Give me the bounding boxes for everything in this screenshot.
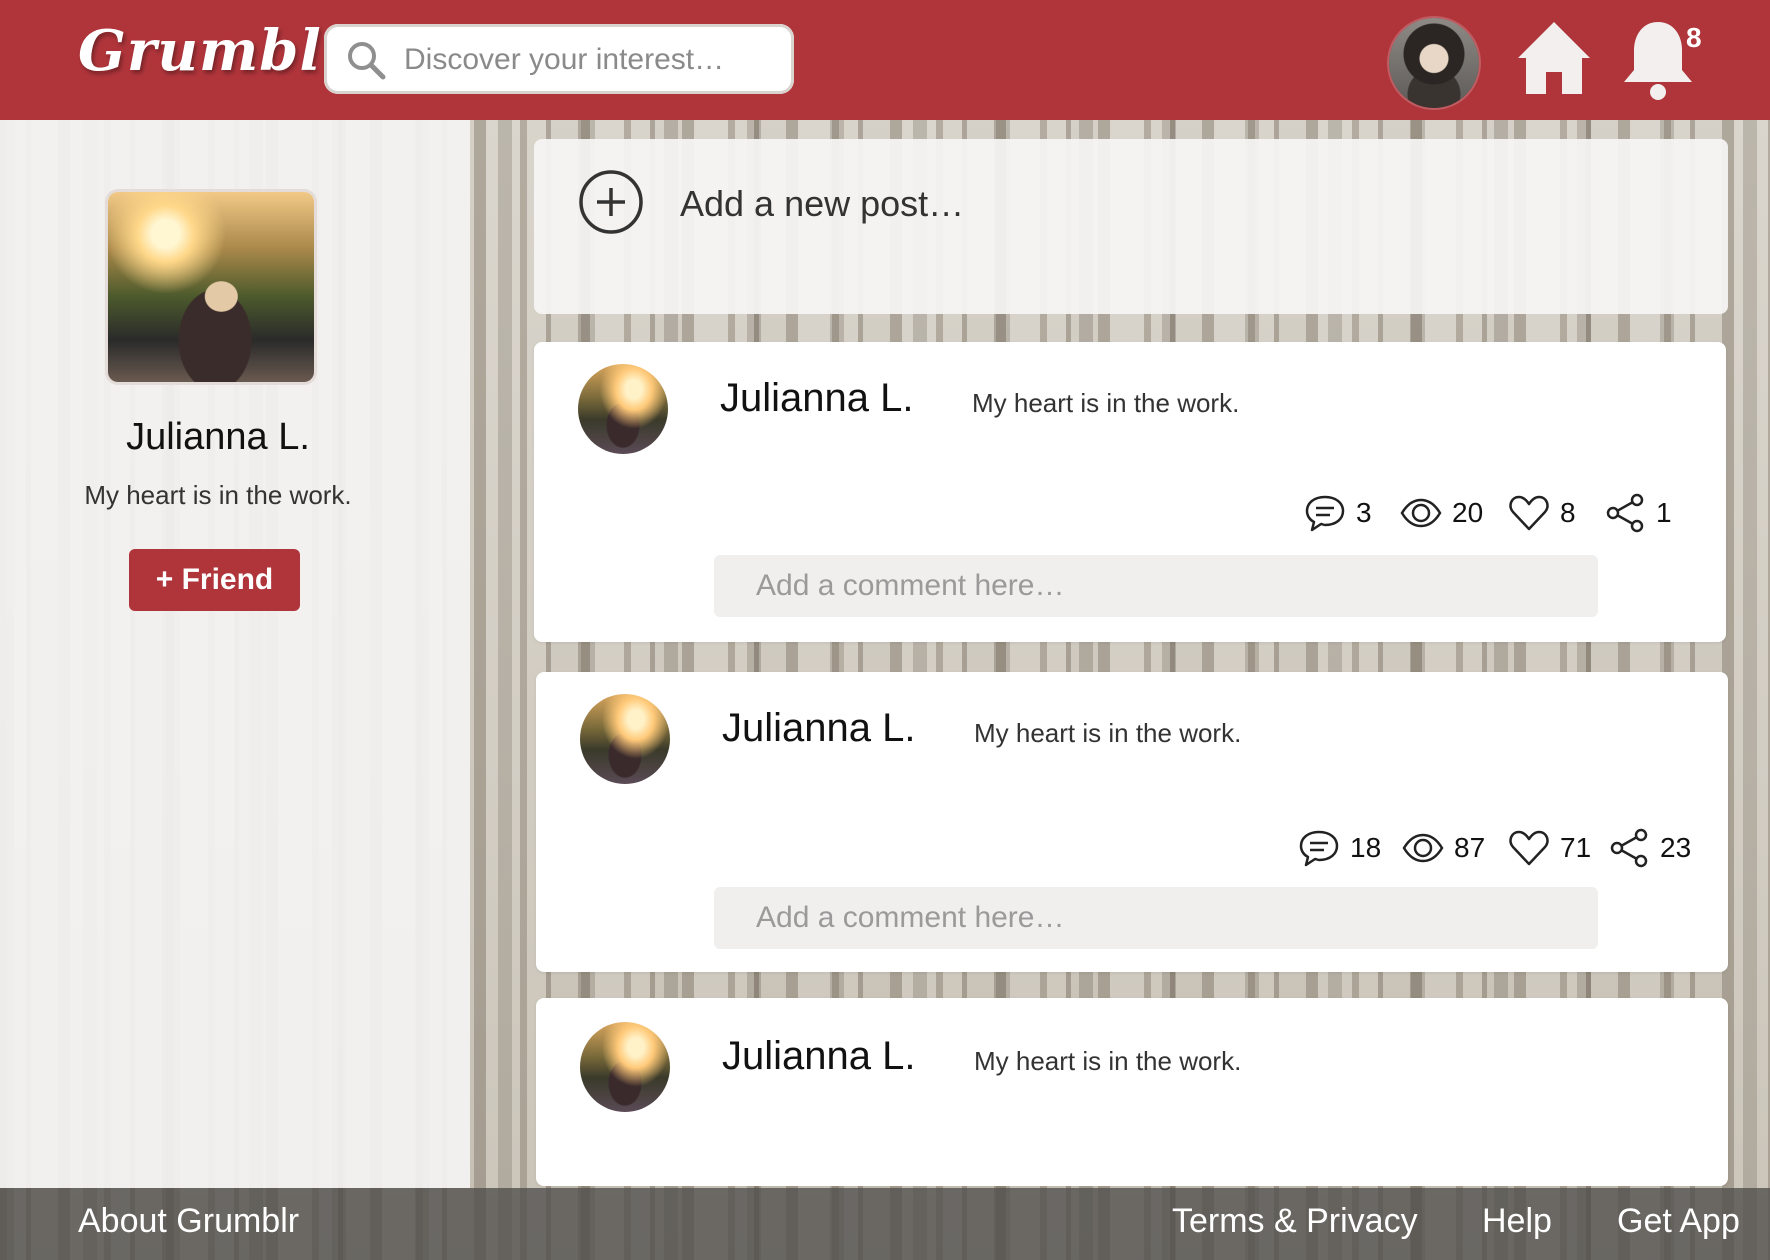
search-input[interactable]	[402, 34, 776, 86]
add-friend-button[interactable]: + Friend	[129, 549, 300, 611]
footer-link-help[interactable]: Help	[1482, 1202, 1552, 1241]
notification-count: 8	[1686, 22, 1702, 53]
post-text: My heart is in the work.	[974, 718, 1242, 748]
comment-icon	[1299, 830, 1339, 867]
post-author-name[interactable]: Julianna L.	[722, 1034, 915, 1079]
heart-icon	[1509, 495, 1549, 531]
comment-count: 3	[1356, 497, 1372, 528]
share-count: 1	[1656, 497, 1672, 528]
footer: About Grumblr Terms & Privacy Help Get A…	[0, 1188, 1770, 1260]
post-text: My heart is in the work.	[974, 1046, 1242, 1076]
share-button[interactable]: 1	[1604, 492, 1672, 534]
post-author-avatar[interactable]	[578, 364, 668, 454]
like-button[interactable]: 71	[1508, 827, 1591, 869]
share-icon	[1606, 493, 1644, 533]
footer-link-get-app[interactable]: Get App	[1617, 1202, 1740, 1241]
eye-icon	[1402, 833, 1444, 863]
comment-input[interactable]	[714, 555, 1598, 617]
view-count: 87	[1454, 832, 1486, 863]
eye-icon	[1400, 498, 1442, 528]
footer-link-about[interactable]: About Grumblr	[78, 1202, 299, 1241]
view-count: 20	[1452, 497, 1484, 528]
comment-count-button[interactable]: 3	[1304, 492, 1372, 534]
view-count-button[interactable]: 20	[1400, 492, 1483, 534]
heart-icon	[1509, 830, 1549, 866]
post-card: Julianna L. My heart is in the work.	[536, 998, 1728, 1186]
comment-icon	[1305, 495, 1345, 532]
user-avatar[interactable]	[1389, 18, 1479, 108]
search-icon	[348, 42, 386, 80]
view-count-button[interactable]: 87	[1402, 827, 1485, 869]
plus-circle-icon	[579, 170, 643, 234]
post-text: My heart is in the work.	[972, 388, 1240, 418]
like-button[interactable]: 8	[1508, 492, 1576, 534]
share-icon	[1610, 828, 1648, 868]
comment-input[interactable]	[714, 887, 1598, 949]
like-count: 8	[1560, 497, 1576, 528]
new-post-box[interactable]: Add a new post…	[534, 139, 1728, 314]
search-box[interactable]	[324, 24, 794, 94]
profile-sidebar: Julianna L. My heart is in the work. + F…	[0, 120, 470, 1188]
profile-tagline: My heart is in the work.	[84, 480, 352, 510]
top-bar: Grumblr 8	[0, 0, 1770, 120]
post-author-name[interactable]: Julianna L.	[722, 706, 915, 751]
post-author-avatar[interactable]	[580, 1022, 670, 1112]
share-count: 23	[1660, 832, 1692, 863]
logo[interactable]: Grumblr	[78, 18, 352, 84]
comment-count: 18	[1350, 832, 1382, 863]
footer-link-terms[interactable]: Terms & Privacy	[1172, 1202, 1418, 1241]
new-post-label: Add a new post…	[680, 183, 965, 224]
share-button[interactable]: 23	[1608, 827, 1691, 869]
profile-photo[interactable]	[108, 192, 314, 382]
like-count: 71	[1560, 832, 1592, 863]
home-icon[interactable]	[1512, 16, 1596, 100]
post-author-name[interactable]: Julianna L.	[720, 376, 913, 421]
profile-name: Julianna L.	[126, 416, 310, 458]
post-card: Julianna L. My heart is in the work. 18 …	[536, 672, 1728, 972]
post-author-avatar[interactable]	[580, 694, 670, 784]
comment-count-button[interactable]: 18	[1298, 827, 1381, 869]
post-card: Julianna L. My heart is in the work. 3 2…	[534, 342, 1726, 642]
